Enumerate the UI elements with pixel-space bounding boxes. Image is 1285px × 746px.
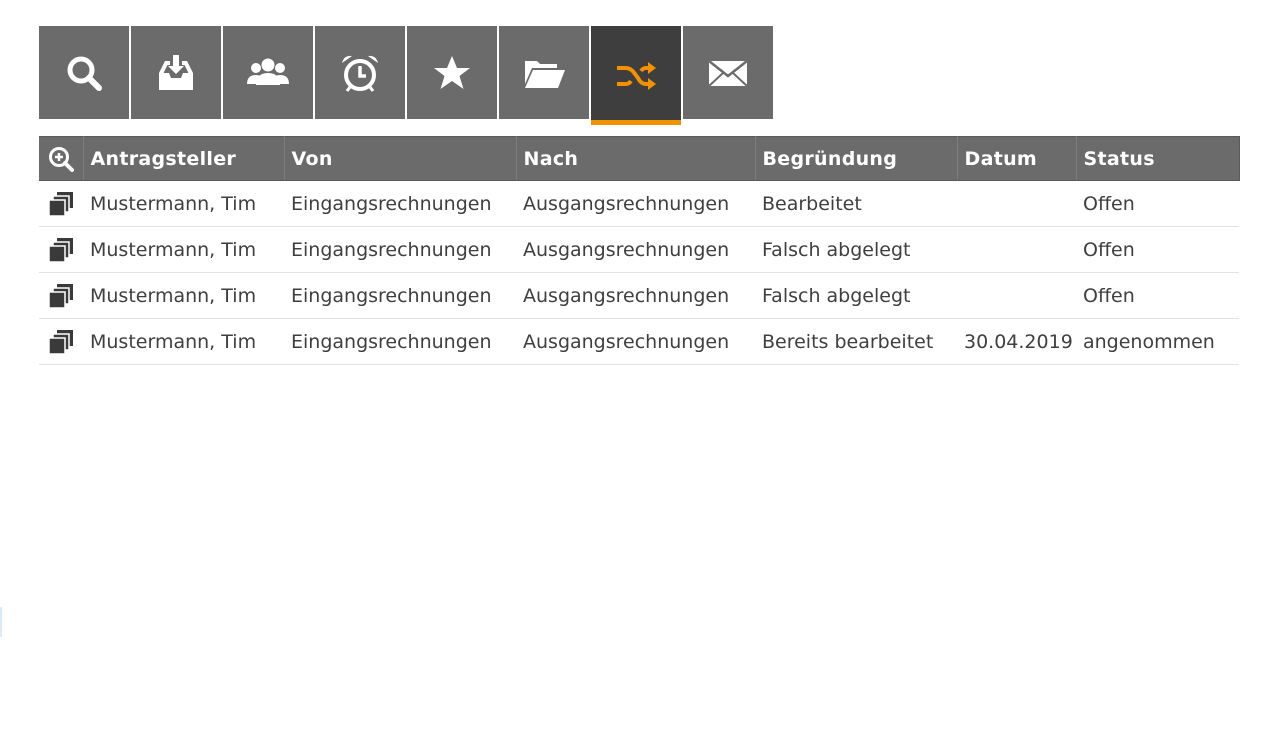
search-icon xyxy=(67,56,102,91)
reminder-button[interactable] xyxy=(315,26,405,119)
cell-status: angenommen xyxy=(1076,318,1239,365)
envelope-icon xyxy=(708,59,748,87)
requests-table: Antragsteller Von Nach Begründung Datum … xyxy=(39,136,1240,365)
favorites-button[interactable] xyxy=(407,26,497,119)
copy-documents-icon xyxy=(48,237,73,263)
cell-datum xyxy=(957,226,1076,273)
cell-von: Eingangsrechnungen xyxy=(284,180,516,227)
cell-von: Eingangsrechnungen xyxy=(284,318,516,365)
alarm-clock-icon xyxy=(342,55,378,92)
column-header-von[interactable]: Von xyxy=(284,136,517,181)
column-header-status[interactable]: Status xyxy=(1076,136,1240,181)
search-button[interactable] xyxy=(39,26,129,119)
folder-button[interactable] xyxy=(499,26,589,119)
cell-von: Eingangsrechnungen xyxy=(284,272,516,319)
table-row[interactable]: Mustermann, Tim Eingangsrechnungen Ausga… xyxy=(39,318,1239,365)
cell-nach: Ausgangsrechnungen xyxy=(516,226,755,273)
cell-nach: Ausgangsrechnungen xyxy=(516,318,755,365)
column-header-datum[interactable]: Datum xyxy=(957,136,1077,181)
zoom-button[interactable] xyxy=(39,136,84,181)
inbox-button[interactable] xyxy=(131,26,221,119)
table-row[interactable]: Mustermann, Tim Eingangsrechnungen Ausga… xyxy=(39,226,1239,273)
row-copy-button[interactable] xyxy=(39,318,83,365)
mail-button[interactable] xyxy=(683,26,773,119)
row-copy-button[interactable] xyxy=(39,272,83,319)
shuffle-icon xyxy=(617,61,656,90)
zoom-in-icon xyxy=(48,146,74,172)
folder-open-icon xyxy=(525,60,565,88)
table-header-row: Antragsteller Von Nach Begründung Datum … xyxy=(39,136,1240,181)
cell-nach: Ausgangsrechnungen xyxy=(516,180,755,227)
cell-nach: Ausgangsrechnungen xyxy=(516,272,755,319)
scroll-edge-indicator xyxy=(0,607,2,637)
cell-datum xyxy=(957,272,1076,319)
users-icon xyxy=(247,58,289,85)
copy-documents-icon xyxy=(48,191,73,217)
redirect-requests-button[interactable] xyxy=(591,26,681,125)
table-row[interactable]: Mustermann, Tim Eingangsrechnungen Ausga… xyxy=(39,180,1239,227)
row-copy-button[interactable] xyxy=(39,180,83,227)
cell-begruendung: Falsch abgelegt xyxy=(755,226,957,273)
cell-begruendung: Bereits bearbeitet xyxy=(755,318,957,365)
cell-antragsteller: Mustermann, Tim xyxy=(83,272,284,319)
column-header-antragsteller[interactable]: Antragsteller xyxy=(83,136,285,181)
copy-documents-icon xyxy=(48,329,73,355)
cell-antragsteller: Mustermann, Tim xyxy=(83,180,284,227)
cell-datum xyxy=(957,180,1076,227)
users-button[interactable] xyxy=(223,26,313,119)
column-header-nach[interactable]: Nach xyxy=(516,136,756,181)
inbox-download-icon xyxy=(159,54,193,90)
cell-antragsteller: Mustermann, Tim xyxy=(83,318,284,365)
cell-begruendung: Bearbeitet xyxy=(755,180,957,227)
cell-status: Offen xyxy=(1076,180,1239,227)
cell-von: Eingangsrechnungen xyxy=(284,226,516,273)
cell-datum: 30.04.2019 xyxy=(957,318,1076,365)
copy-documents-icon xyxy=(48,283,73,309)
star-icon xyxy=(434,55,470,89)
cell-status: Offen xyxy=(1076,226,1239,273)
toolbar xyxy=(39,26,773,125)
cell-begruendung: Falsch abgelegt xyxy=(755,272,957,319)
cell-antragsteller: Mustermann, Tim xyxy=(83,226,284,273)
table-row[interactable]: Mustermann, Tim Eingangsrechnungen Ausga… xyxy=(39,272,1239,319)
cell-status: Offen xyxy=(1076,272,1239,319)
row-copy-button[interactable] xyxy=(39,226,83,273)
column-header-begruendung[interactable]: Begründung xyxy=(755,136,958,181)
